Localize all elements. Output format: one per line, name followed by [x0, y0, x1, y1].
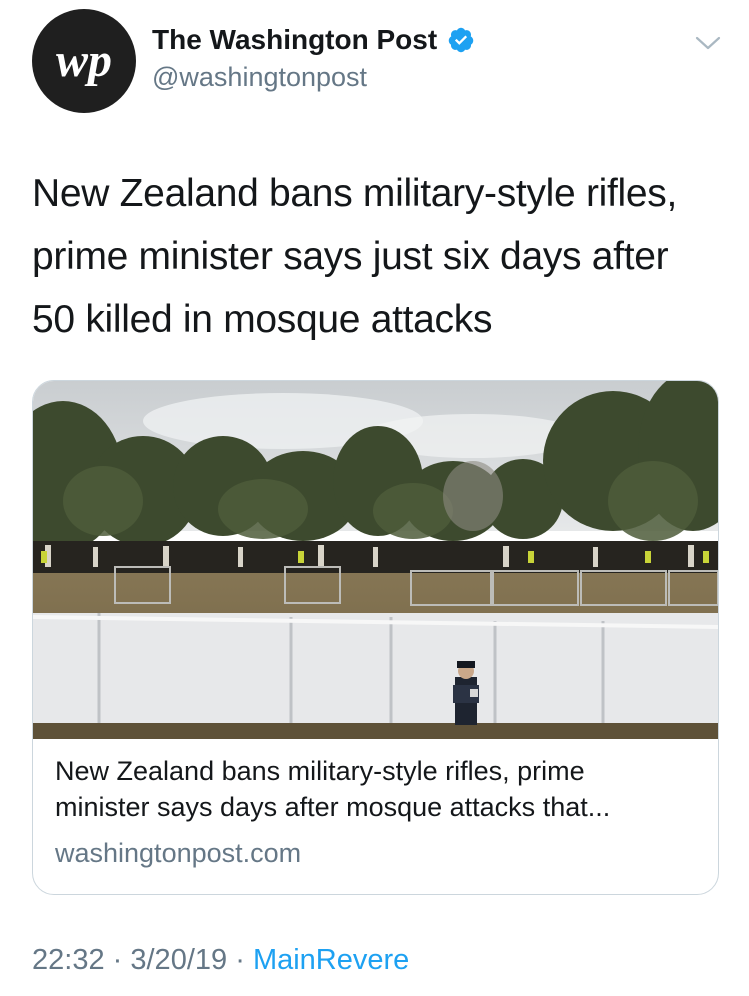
tweet-source[interactable]: MainRevere [253, 944, 409, 976]
link-card[interactable]: New Zealand bans military-style rifles, … [32, 380, 719, 895]
avatar[interactable]: wp [32, 9, 136, 113]
author-info: The Washington Post @washingtonpost [152, 22, 659, 94]
tweet-meta: 22:32 · 3/20/19 · MainRevere [32, 940, 409, 980]
author-name-row: The Washington Post [152, 22, 659, 58]
tweet-time[interactable]: 22:32 [32, 944, 105, 976]
card-title-line: New Zealand bans military-style rifles, … [55, 756, 585, 786]
tweet-text-line: 50 killed in mosque attacks [32, 298, 493, 341]
card-domain: washingtonpost.com [55, 838, 302, 868]
tweet-text: New Zealand bans military-style rifles, … [32, 162, 722, 351]
author-handle[interactable]: @washingtonpost [152, 60, 659, 94]
card-image [33, 381, 718, 739]
card-title[interactable]: New Zealand bans military-style rifles, … [55, 753, 696, 825]
card-title-line: minister says days after mosque attacks … [55, 792, 611, 822]
meta-separator: · [112, 944, 123, 976]
tweet-date[interactable]: 3/20/19 [130, 944, 227, 976]
author-display-name[interactable]: The Washington Post [152, 22, 437, 58]
tweet-text-line: New Zealand bans military-style rifles, [32, 172, 678, 215]
tweet-text-line: prime minister says just six days after [32, 235, 669, 278]
meta-separator: · [235, 944, 245, 976]
verified-badge-icon [448, 27, 474, 53]
wp-logo-text: wp [56, 34, 112, 87]
card-body: New Zealand bans military-style rifles, … [55, 753, 696, 871]
wp-logo: wp [56, 34, 112, 87]
chevron-down-icon[interactable] [694, 34, 722, 52]
